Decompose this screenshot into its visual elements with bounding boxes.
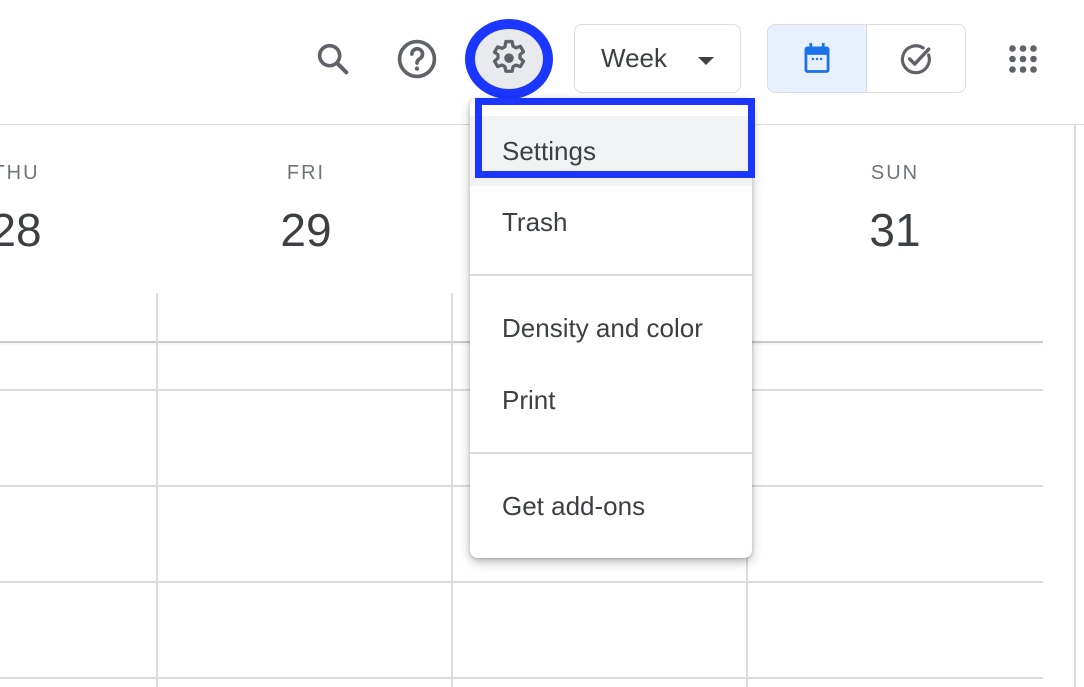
search-button[interactable] (309, 35, 357, 83)
menu-item-settings[interactable]: Settings (470, 116, 752, 186)
gear-icon (492, 39, 526, 73)
day-of-week: SUN (870, 162, 920, 184)
menu-item-label: Trash (502, 207, 568, 237)
calendar-tasks-toggle (767, 24, 966, 93)
menu-divider (470, 452, 752, 454)
day-number: 28 (0, 204, 42, 256)
scrollbar-track[interactable] (1074, 124, 1076, 687)
day-of-week: FRI (286, 162, 326, 184)
menu-item-get-add-ons[interactable]: Get add-ons (470, 470, 752, 542)
menu-item-density-and-color[interactable]: Density and color (470, 292, 752, 364)
settings-button-inner (475, 29, 543, 89)
apps-button[interactable] (999, 35, 1047, 83)
view-select-value: Week (601, 43, 667, 73)
menu-item-label: Density and color (502, 313, 703, 343)
calendar-icon (804, 42, 830, 73)
menu-item-trash[interactable]: Trash (470, 186, 752, 258)
help-button[interactable] (393, 35, 441, 83)
search-icon (317, 43, 349, 75)
day-column-divider (156, 293, 158, 687)
view-select[interactable]: Week (574, 24, 741, 93)
tasks-toggle-button[interactable] (867, 25, 965, 92)
menu-item-label: Settings (502, 136, 596, 166)
day-column-divider (451, 293, 453, 687)
settings-menu: Settings Trash Density and color Print G… (470, 98, 752, 558)
day-header-sun[interactable]: SUN 31 (795, 162, 995, 257)
help-icon (397, 39, 437, 79)
menu-item-label: Print (502, 385, 556, 415)
menu-item-print[interactable]: Print (470, 364, 752, 436)
day-of-week: THU (0, 162, 40, 184)
day-header-thu[interactable]: THU 28 (0, 162, 116, 257)
menu-divider (470, 274, 752, 276)
settings-button[interactable] (465, 19, 553, 99)
check-circle-icon (900, 43, 931, 74)
apps-grid-icon (1009, 45, 1037, 73)
menu-item-label: Get add-ons (502, 491, 646, 521)
day-header-fri[interactable]: FRI 29 (206, 162, 406, 257)
calendar-toggle-button[interactable] (768, 25, 867, 92)
day-number: 29 (280, 204, 332, 256)
caret-down-icon (698, 57, 714, 65)
day-number: 31 (869, 204, 921, 256)
